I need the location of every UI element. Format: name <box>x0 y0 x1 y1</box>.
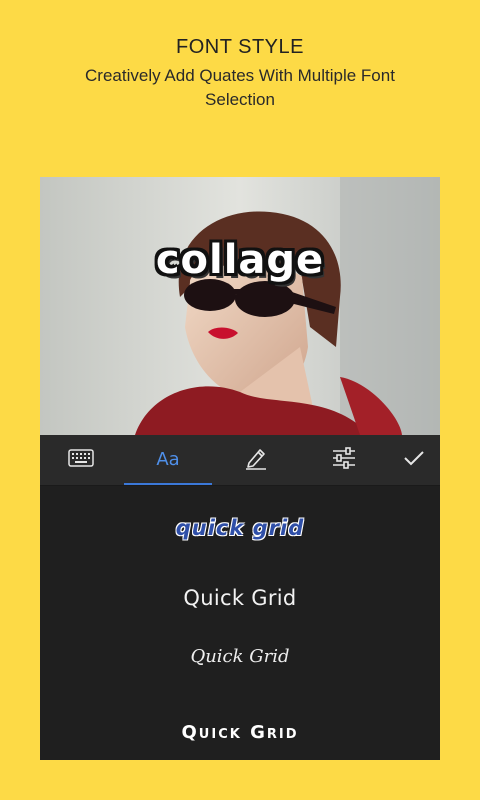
pencil-icon <box>243 446 269 475</box>
text-toolbar: Aa <box>40 435 440 486</box>
keyboard-tab[interactable] <box>40 435 122 485</box>
font-option[interactable]: quick grid <box>40 516 440 540</box>
app-screen: collage Aa quick grid Quick Grid Quick G… <box>40 177 440 760</box>
adjust-tab[interactable] <box>300 435 388 485</box>
promo-title: FONT STYLE <box>176 36 304 58</box>
font-tab[interactable]: Aa <box>124 435 212 485</box>
font-icon: Aa <box>156 448 180 470</box>
keyboard-icon <box>68 448 94 472</box>
sliders-icon <box>331 446 357 475</box>
done-button[interactable] <box>388 435 440 485</box>
font-option[interactable]: Quick Grid <box>40 646 440 667</box>
color-tab[interactable] <box>212 435 300 485</box>
photo-preview[interactable]: collage <box>40 177 440 435</box>
overlay-text[interactable]: collage <box>140 237 340 283</box>
font-option[interactable]: Quick Grid <box>40 586 440 610</box>
promo-subtitle: Creatively Add Quates With Multiple Font… <box>85 66 395 109</box>
font-option[interactable]: Quick Grid <box>40 722 440 743</box>
check-icon <box>403 449 425 472</box>
portrait-image <box>40 177 440 435</box>
